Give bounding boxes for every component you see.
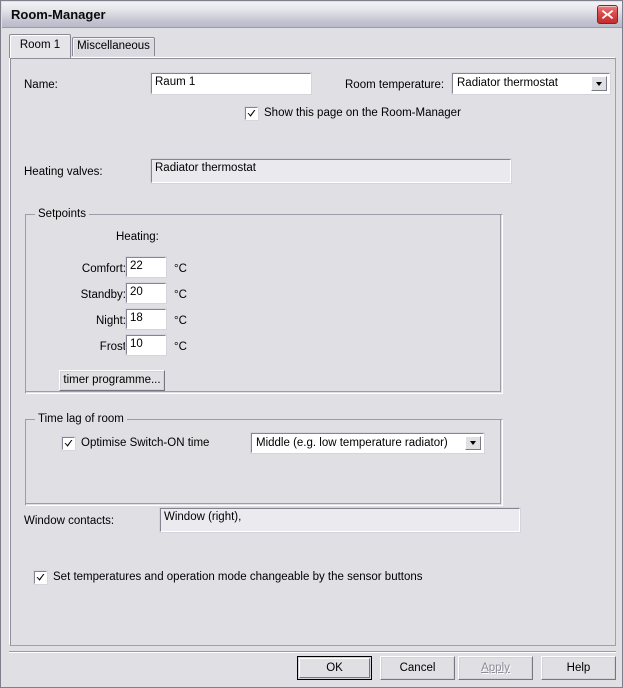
timer-programme-button-label: timer programme... <box>63 374 161 386</box>
setpoints-group: Setpoints Heating: Comfort: 22 °C Standb… <box>25 208 503 394</box>
tab-room-1[interactable]: Room 1 <box>9 34 71 58</box>
setpoint-input-frost[interactable]: 10 <box>125 334 167 356</box>
setpoint-input-standby[interactable]: 20 <box>125 282 167 304</box>
window-contacts-label: Window contacts: <box>24 515 115 527</box>
room-temperature-label: Room temperature: <box>345 79 445 91</box>
apply-button: Apply <box>458 656 533 680</box>
title-bar: Room-Manager <box>2 2 622 28</box>
cancel-button[interactable]: Cancel <box>380 656 455 680</box>
sensor-buttons-checkbox-label: Set temperatures and operation mode chan… <box>53 571 423 583</box>
setpoint-label-comfort: Comfort: <box>81 263 126 275</box>
room-temperature-select[interactable]: Radiator thermostat <box>451 72 611 95</box>
window-title: Room-Manager <box>11 7 106 22</box>
help-button[interactable]: Help <box>541 656 616 680</box>
check-icon <box>247 110 256 117</box>
heating-valves-field[interactable]: Radiator thermostat <box>150 158 512 184</box>
room-manager-dialog: Room-Manager Room 1 Miscellaneous Name: … <box>0 0 623 688</box>
cancel-button-label: Cancel <box>399 662 436 674</box>
setpoint-label-night: Night: <box>95 315 126 327</box>
setpoints-column-header: Heating: <box>116 231 159 243</box>
ok-button[interactable]: OK <box>297 656 372 680</box>
check-icon <box>64 440 73 447</box>
help-button-label: Help <box>566 662 591 674</box>
check-icon <box>36 574 45 581</box>
name-label: Name: <box>24 79 58 91</box>
chevron-down-icon[interactable] <box>591 76 607 91</box>
setpoint-unit-standby: °C <box>174 289 187 301</box>
setpoint-input-comfort[interactable]: 22 <box>125 256 167 278</box>
setpoint-label-standby: Standby: <box>80 289 126 301</box>
ok-button-label: OK <box>326 662 343 674</box>
checkbox-box[interactable] <box>33 570 48 585</box>
time-lag-group-title: Time lag of room <box>35 413 127 425</box>
setpoint-unit-comfort: °C <box>174 263 187 275</box>
footer-divider <box>9 651 616 653</box>
time-lag-mode-value: Middle (e.g. low temperature radiator) <box>256 437 448 449</box>
time-lag-mode-select[interactable]: Middle (e.g. low temperature radiator) <box>250 432 485 454</box>
setpoint-label-frost: Frost <box>99 341 126 353</box>
heating-valves-label: Heating valves: <box>24 166 103 178</box>
time-lag-group: Time lag of room Optimise Switch-ON time… <box>25 413 503 506</box>
tab-page-room-1: Name: Raum 1 Room temperature: Radiator … <box>9 57 616 646</box>
close-icon[interactable] <box>597 5 618 24</box>
room-temperature-value: Radiator thermostat <box>457 77 558 89</box>
apply-button-label: Apply <box>481 662 510 674</box>
tab-miscellaneous[interactable]: Miscellaneous <box>72 37 155 56</box>
setpoint-unit-night: °C <box>174 315 187 327</box>
timer-programme-button[interactable]: timer programme... <box>59 370 165 391</box>
setpoint-unit-frost: °C <box>174 341 187 353</box>
show-page-checkbox-label: Show this page on the Room-Manager <box>264 107 461 119</box>
checkbox-box[interactable] <box>244 106 259 121</box>
name-input[interactable]: Raum 1 <box>150 72 312 95</box>
optimise-switch-on-label: Optimise Switch-ON time <box>81 437 210 449</box>
setpoint-input-night[interactable]: 18 <box>125 308 167 330</box>
window-contacts-field[interactable]: Window (right), <box>159 507 521 533</box>
tab-strip: Room 1 Miscellaneous <box>9 34 616 58</box>
setpoints-group-title: Setpoints <box>35 208 89 220</box>
checkbox-box[interactable] <box>61 436 76 451</box>
chevron-down-icon[interactable] <box>465 436 481 450</box>
